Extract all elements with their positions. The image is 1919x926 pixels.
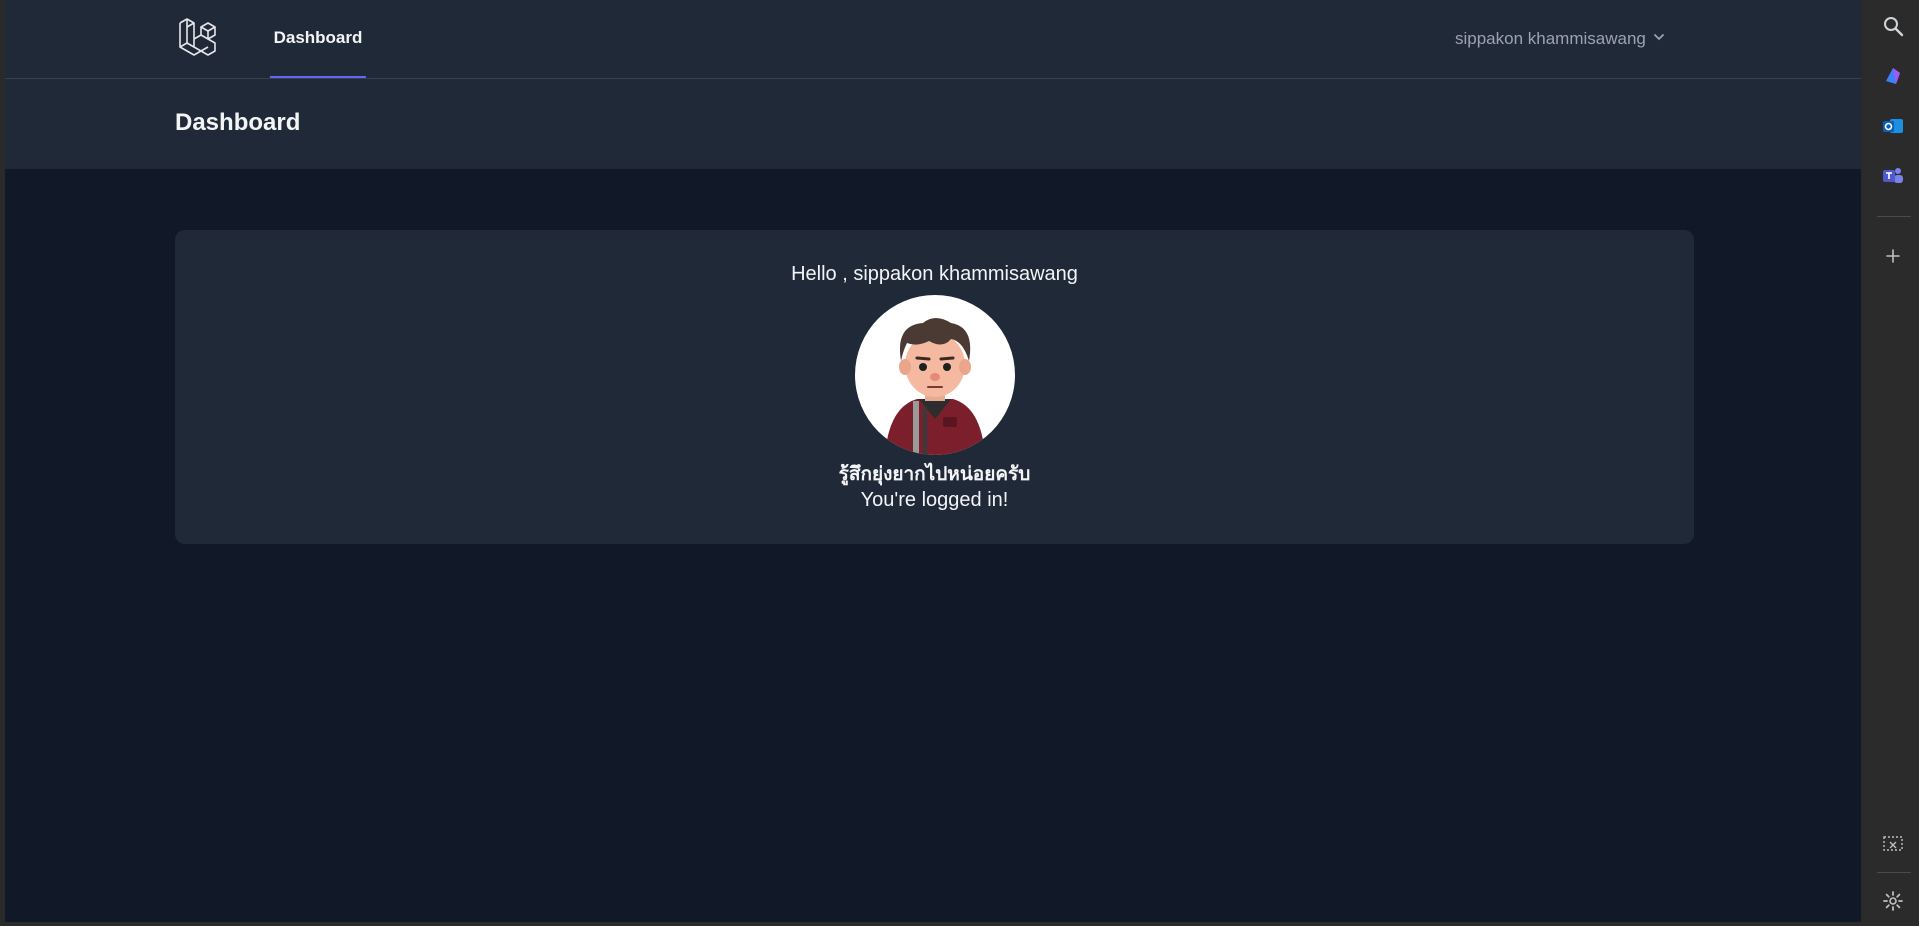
teams-icon[interactable] bbox=[1879, 162, 1907, 190]
browser-viewport: Dashboard sippakon khammisawang Dashboar… bbox=[0, 0, 1864, 922]
avatar bbox=[855, 295, 1015, 455]
user-name: sippakon khammisawang bbox=[1455, 29, 1646, 48]
laravel-logo-icon[interactable] bbox=[177, 17, 221, 61]
copilot-icon[interactable] bbox=[1879, 62, 1907, 90]
nav-link-dashboard[interactable]: Dashboard bbox=[270, 0, 366, 78]
gear-icon[interactable] bbox=[1879, 887, 1907, 915]
welcome-card: Hello , sippakon khammisawang รู้สึกยุ่ง… bbox=[175, 230, 1694, 544]
user-menu-button[interactable]: sippakon khammisawang bbox=[1455, 25, 1666, 53]
sidebar-divider bbox=[1877, 872, 1911, 873]
login-status-text: You're logged in! bbox=[860, 489, 1009, 511]
screenshot-icon[interactable] bbox=[1879, 830, 1907, 858]
outlook-icon[interactable] bbox=[1879, 112, 1907, 140]
chevron-down-icon bbox=[1652, 29, 1666, 49]
browser-sidebar bbox=[1867, 0, 1919, 926]
add-icon[interactable] bbox=[1879, 242, 1907, 270]
greeting-text: Hello , sippakon khammisawang bbox=[791, 263, 1078, 285]
search-icon[interactable] bbox=[1879, 12, 1907, 40]
top-navigation: Dashboard sippakon khammisawang bbox=[5, 0, 1861, 79]
page-header: Dashboard bbox=[5, 79, 1861, 169]
sidebar-divider bbox=[1877, 216, 1911, 217]
page-title: Dashboard bbox=[175, 109, 301, 136]
caption-text: รู้สึกยุ่งยากไปหน่อยครับ bbox=[838, 464, 1031, 485]
